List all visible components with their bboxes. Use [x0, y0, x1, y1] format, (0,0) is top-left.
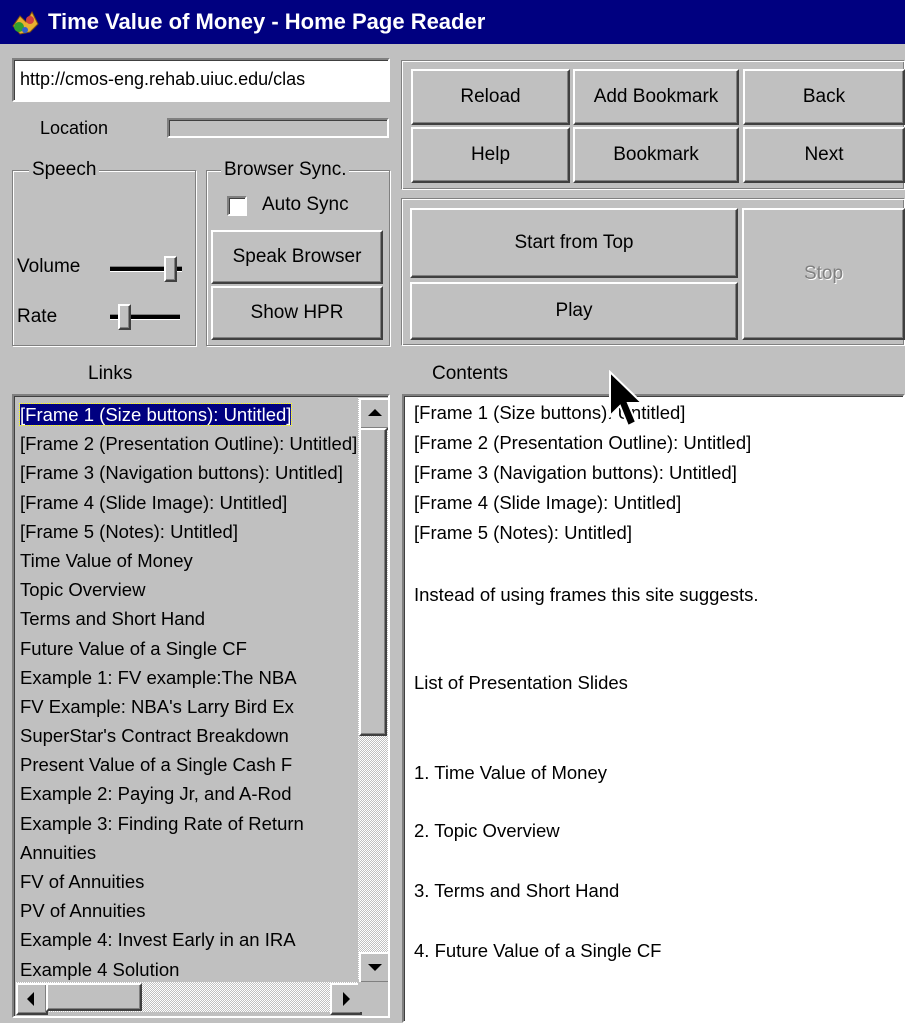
bookmark-button[interactable]: Bookmark	[573, 127, 739, 183]
links-horizontal-scrollbar[interactable]	[16, 982, 362, 1015]
content-line: Instead of using frames this site sugges…	[414, 584, 759, 605]
link-item-label: Example 2: Paying Jr, and A-Rod	[20, 783, 292, 805]
link-item-label: Terms and Short Hand	[20, 608, 206, 630]
volume-slider-thumb[interactable]	[164, 256, 177, 282]
arrow-up-icon	[368, 409, 382, 416]
link-item-label: Example 4: Invest Early in an IRA	[20, 929, 296, 951]
link-item-label: [Frame 5 (Notes): Untitled]	[20, 520, 238, 542]
window-title: Time Value of Money - Home Page Reader	[48, 9, 486, 34]
url-field[interactable]: http://cmos-eng.rehab.uiuc.edu/clas	[12, 58, 390, 102]
rate-slider[interactable]	[108, 302, 188, 332]
location-label: Location	[40, 118, 109, 138]
link-item-label: FV of Annuities	[20, 871, 145, 892]
link-item-label: Present Value of a Single Cash F	[20, 754, 293, 776]
link-item[interactable]: Example 2: Paying Jr, and A-Rod	[18, 779, 358, 808]
link-item[interactable]: [Frame 4 (Slide Image): Untitled]	[18, 488, 358, 517]
location-progress-bar	[167, 118, 389, 138]
content-line: 1. Time Value of Money	[414, 762, 607, 783]
link-item-label: SuperStar's Contract Breakdown	[20, 725, 289, 747]
content-line: [Frame 5 (Notes): Untitled]	[414, 522, 632, 543]
arrow-left-icon	[27, 992, 34, 1006]
link-item-label: [Frame 3 (Navigation buttons): Untitled]	[20, 462, 343, 484]
links-list[interactable]: [Frame 1 (Size buttons): Untitled] [Frame…	[12, 394, 390, 1018]
content-line: 4. Future Value of a Single CF	[414, 940, 662, 961]
link-item[interactable]: [Frame 1 (Size buttons): Untitled]	[18, 400, 358, 429]
scroll-up-button[interactable]	[359, 398, 388, 430]
scroll-down-button[interactable]	[359, 952, 388, 984]
link-item-label: Future Value of a Single CF	[20, 637, 247, 659]
home-page-reader-icon	[12, 10, 39, 35]
contents-pane[interactable]: [Frame 1 (Size buttons): Untitled] [Frame…	[402, 394, 905, 1023]
link-item-label: Example 1: FV example:The NBA	[20, 666, 297, 688]
link-item-label: [Frame 1 (Size buttons): Untitled]	[18, 403, 293, 426]
link-item[interactable]: Terms and Short Hand	[18, 604, 358, 633]
link-item[interactable]: PV of Annuities	[18, 896, 358, 925]
link-item[interactable]: FV of Annuities	[18, 867, 358, 896]
add-bookmark-button[interactable]: Add Bookmark	[573, 69, 739, 125]
content-line: [Frame 3 (Navigation buttons): Untitled]	[414, 462, 737, 483]
auto-sync-checkbox[interactable]	[227, 196, 247, 216]
start-from-top-button[interactable]: Start from Top	[410, 208, 738, 278]
show-hpr-button[interactable]: Show HPR	[211, 286, 383, 340]
link-item-label: FV Example: NBA's Larry Bird Ex	[20, 695, 294, 717]
browser-sync-group-label: Browser Sync.	[221, 159, 350, 181]
link-item[interactable]: [Frame 2 (Presentation Outline): Untitle…	[18, 429, 358, 458]
link-item-label: Example 3: Finding Rate of Return	[20, 812, 304, 834]
arrow-right-icon	[343, 992, 350, 1006]
link-item-label: Example 4 Solution	[20, 958, 180, 980]
links-vertical-scrollbar[interactable]	[358, 398, 388, 984]
link-item[interactable]: Present Value of a Single Cash F	[18, 750, 358, 779]
content-line: [Frame 2 (Presentation Outline): Untitle…	[414, 432, 752, 453]
content-line: List of Presentation Slides	[414, 672, 628, 693]
content-line: 3. Terms and Short Hand	[414, 880, 620, 901]
speech-group-label: Speech	[29, 159, 100, 181]
link-item[interactable]: [Frame 3 (Navigation buttons): Untitled]	[18, 458, 358, 487]
link-item[interactable]: FV Example: NBA's Larry Bird Ex	[18, 692, 358, 721]
scroll-left-button[interactable]	[16, 983, 48, 1015]
links-header: Links	[88, 363, 133, 384]
link-item-label: Annuities	[20, 841, 97, 863]
stop-button[interactable]: Stop	[742, 208, 905, 340]
vertical-scroll-thumb[interactable]	[359, 428, 387, 736]
link-item[interactable]: Annuities	[18, 838, 358, 867]
next-button[interactable]: Next	[743, 127, 905, 183]
link-item[interactable]: [Frame 5 (Notes): Untitled]	[18, 517, 358, 546]
contents-header: Contents	[432, 363, 509, 384]
horizontal-scroll-thumb[interactable]	[46, 983, 142, 1011]
rate-label: Rate	[17, 306, 58, 327]
link-item[interactable]: SuperStar's Contract Breakdown	[18, 721, 358, 750]
mouse-pointer-icon	[609, 370, 645, 428]
help-button[interactable]: Help	[411, 127, 570, 183]
link-item[interactable]: Example 3: Finding Rate of Return	[18, 809, 358, 838]
play-button[interactable]: Play	[410, 282, 738, 340]
back-button[interactable]: Back	[743, 69, 905, 125]
link-item-label: PV of Annuities	[20, 900, 146, 922]
link-item-label: [Frame 2 (Presentation Outline): Untitle…	[20, 433, 358, 455]
content-line: 2. Topic Overview	[414, 820, 560, 841]
volume-label: Volume	[17, 256, 81, 277]
reload-button[interactable]: Reload	[411, 69, 570, 125]
link-item[interactable]: Topic Overview	[18, 575, 358, 604]
content-line: [Frame 4 (Slide Image): Untitled]	[414, 492, 682, 513]
volume-slider[interactable]	[108, 254, 188, 284]
link-item-label: Time Value of Money	[20, 549, 193, 571]
speak-browser-button[interactable]: Speak Browser	[211, 230, 383, 284]
link-item[interactable]: Example 4: Invest Early in an IRA	[18, 925, 358, 954]
auto-sync-label: Auto Sync	[262, 194, 349, 215]
link-item[interactable]: Example 4 Solution	[18, 955, 358, 984]
title-bar[interactable]: Time Value of Money - Home Page Reader	[0, 0, 905, 44]
link-item-label: Topic Overview	[20, 579, 146, 601]
link-item[interactable]: Future Value of a Single CF	[18, 634, 358, 663]
arrow-down-icon	[368, 964, 382, 971]
rate-slider-thumb[interactable]	[118, 304, 131, 330]
scrollbar-corner	[358, 982, 388, 1012]
link-item[interactable]: Time Value of Money	[18, 546, 358, 575]
link-item[interactable]: Example 1: FV example:The NBA	[18, 663, 358, 692]
link-item-label: [Frame 4 (Slide Image): Untitled]	[20, 491, 288, 513]
links-items: [Frame 1 (Size buttons): Untitled] [Frame…	[18, 400, 358, 984]
